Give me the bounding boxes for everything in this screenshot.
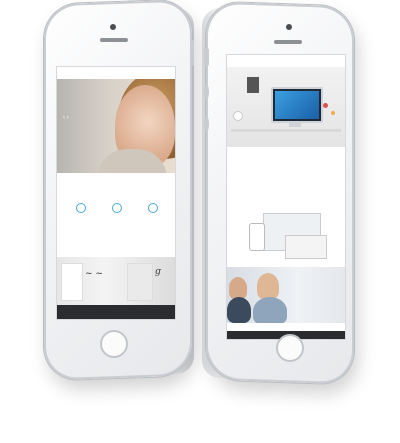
team-person-photo xyxy=(257,273,279,299)
phone-right-speaker xyxy=(274,40,302,44)
phone-right xyxy=(200,0,356,385)
gallery-script-art: ɡ xyxy=(155,267,161,277)
team-person-photo xyxy=(227,297,251,323)
gallery-item[interactable] xyxy=(61,263,83,301)
hero-slider-arrows[interactable]: ‹ › xyxy=(63,115,69,121)
hero-shelf xyxy=(231,129,341,132)
gallery-item[interactable] xyxy=(127,263,153,301)
feature-circle-icon xyxy=(76,203,86,213)
hero-ornament-decor xyxy=(331,111,335,115)
info-columns xyxy=(233,151,339,175)
device-laptop xyxy=(285,235,327,259)
feature-item xyxy=(65,203,97,231)
hero-monitor-screen xyxy=(275,91,319,119)
hero-banner xyxy=(227,67,345,147)
feature-row xyxy=(61,203,171,231)
phone-right-volume-down-button xyxy=(204,116,209,132)
phone-left-speaker xyxy=(100,38,128,42)
team-person-photo xyxy=(253,297,287,323)
site-footer xyxy=(57,305,175,319)
phone-left-camera xyxy=(110,24,116,30)
hero-snowman-decor xyxy=(233,111,243,121)
hero-picture-frame xyxy=(245,75,261,95)
phone-right-home-button[interactable] xyxy=(276,334,304,362)
phone-right-mute-button xyxy=(204,48,209,66)
info-column xyxy=(233,151,283,153)
phone-right-volume-up-button xyxy=(204,84,209,100)
gallery-strip: ~ ~ ɡ xyxy=(57,257,175,305)
phone-left-screen: ‹ › ~ ~ ɡ xyxy=(56,66,176,320)
feature-circle-icon xyxy=(148,203,158,213)
feature-item xyxy=(137,203,169,231)
hero-monitor xyxy=(271,87,323,123)
gallery-script-art: ~ ~ xyxy=(85,269,103,279)
feature-item xyxy=(101,203,133,231)
phone-left-side-button xyxy=(190,40,194,66)
devices-illustration xyxy=(237,211,335,263)
team-photo xyxy=(227,267,345,323)
hero-monitor-stand xyxy=(289,121,301,127)
feature-circle-icon xyxy=(112,203,122,213)
hero-banner: ‹ › xyxy=(57,79,175,173)
phone-left: ‹ › ~ ~ ɡ xyxy=(40,0,196,381)
team-person-photo xyxy=(229,277,247,299)
info-column xyxy=(289,151,339,153)
device-phone xyxy=(249,223,265,251)
phone-right-screen xyxy=(226,54,346,340)
phone-left-home-button[interactable] xyxy=(100,330,128,358)
hero-ornament-decor xyxy=(323,103,328,108)
phone-right-camera xyxy=(286,24,292,30)
